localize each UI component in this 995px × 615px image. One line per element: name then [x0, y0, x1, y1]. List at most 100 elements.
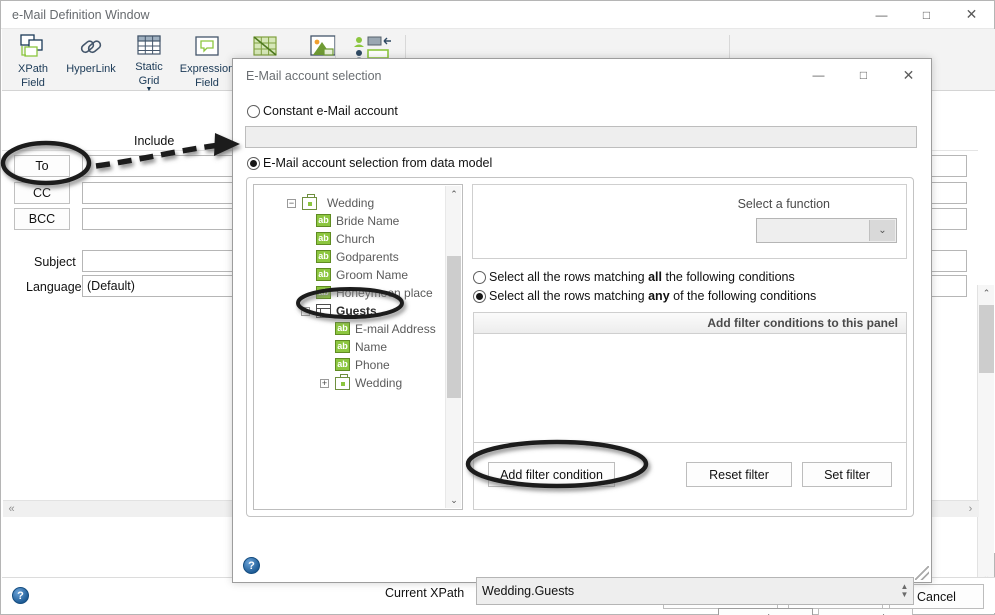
ribbon-label-line1: Expression [179, 63, 235, 75]
match-all-label: Select all the rows matching all the fol… [489, 270, 795, 284]
filter-conditions-panel[interactable] [473, 334, 907, 443]
dialog-window-controls: — □ ✕ [796, 59, 931, 91]
ab-icon: ab [316, 232, 331, 245]
ribbon-label-line1: HyperLink [66, 63, 116, 75]
tree-vertical-scrollbar[interactable]: ⌃ ⌄ [445, 186, 461, 508]
bcc-button[interactable]: BCC [14, 208, 70, 230]
ab-icon: ab [316, 250, 331, 263]
tree-scrollbar-thumb[interactable] [447, 256, 461, 398]
tree-node-label: Wedding [355, 376, 403, 390]
image-icon [308, 33, 338, 61]
body-vertical-scrollbar[interactable]: ⌃ ⌄ [977, 285, 994, 585]
scrollbar-thumb[interactable] [979, 305, 994, 373]
reset-filter-button[interactable]: Reset filter [686, 462, 792, 487]
tree-node-honeymoon-place[interactable]: ab Honeymoon place [254, 284, 433, 302]
constant-email-input[interactable] [245, 126, 917, 148]
radio-indicator [247, 104, 260, 118]
tree-node-phone[interactable]: ab Phone [254, 356, 390, 374]
scroll-up-icon[interactable]: ⌃ [978, 285, 995, 302]
data-model-tree[interactable]: − Wedding ab Bride Name ab Church ab God… [253, 184, 463, 510]
add-filter-condition-button[interactable]: Add filter condition [488, 462, 615, 487]
ribbon-item-expression-field[interactable]: Expression Field [178, 29, 236, 91]
dialog-ok-button[interactable]: Ok [718, 608, 813, 615]
hyperlink-icon [76, 33, 106, 61]
ab-icon: ab [335, 340, 350, 353]
dialog-title-bar: E-Mail account selection — □ ✕ [233, 59, 931, 93]
tree-expander-icon[interactable]: + [320, 378, 329, 388]
set-filter-button[interactable]: Set filter [802, 462, 892, 487]
xpath-field-icon [18, 33, 48, 61]
dialog-minimize-icon[interactable]: — [796, 59, 841, 91]
tree-node-name[interactable]: ab Name [254, 338, 387, 356]
ab-icon: ab [316, 214, 331, 227]
cc-button[interactable]: CC [14, 182, 70, 204]
tree-node-label: Church [336, 232, 375, 246]
window-controls: — □ ✕ [859, 1, 994, 28]
ribbon-item-xpath-field[interactable]: XPath Field [4, 29, 62, 91]
radio-label: E-Mail account selection from data model [263, 156, 493, 170]
scroll-right-icon[interactable]: › [962, 501, 979, 517]
help-icon[interactable]: ? [12, 587, 29, 604]
tree-scroll-down-icon[interactable]: ⌄ [446, 492, 462, 508]
ribbon-label-line1: Static [135, 61, 163, 73]
tree-node-email-address[interactable]: ab E-mail Address [254, 320, 436, 338]
function-group-box: Select a function ⌄ [472, 184, 907, 259]
ribbon-item-static-grid[interactable]: Static Grid ▼ [120, 29, 178, 93]
ribbon-label-line2: Field [21, 77, 45, 89]
tree-node-bride-name[interactable]: ab Bride Name [254, 212, 399, 230]
window-title: e-Mail Definition Window [12, 8, 150, 22]
current-xpath-label: Current XPath [385, 586, 465, 600]
ab-icon: ab [316, 286, 331, 299]
current-xpath-input[interactable]: Wedding.Guests ▲ ▼ [476, 577, 914, 605]
select-a-function-label: Select a function [737, 197, 830, 211]
tree-node-label: Godparents [336, 250, 399, 264]
tree-node-guests[interactable]: − Guests [254, 302, 377, 320]
radio-match-all[interactable]: Select all the rows matching all the fol… [473, 270, 795, 284]
tree-scroll-up-icon[interactable]: ⌃ [446, 186, 462, 202]
tree-node-godparents[interactable]: ab Godparents [254, 248, 399, 266]
resize-grip-icon[interactable] [915, 566, 929, 580]
tree-expander-icon[interactable]: − [287, 198, 296, 208]
spin-down-icon[interactable]: ▼ [901, 591, 909, 599]
radio-label: Constant e-Mail account [263, 104, 398, 118]
dialog-maximize-icon[interactable]: □ [841, 59, 886, 91]
ab-icon: ab [316, 268, 331, 281]
include-label: Include [134, 134, 175, 148]
window-title-bar: e-Mail Definition Window — □ ✕ [1, 1, 994, 29]
to-button[interactable]: To [14, 155, 70, 177]
tree-expander-icon[interactable]: − [301, 306, 310, 316]
close-icon[interactable]: ✕ [949, 1, 994, 28]
radio-datamodel-selection[interactable]: E-Mail account selection from data model [247, 156, 492, 170]
dialog-help-icon[interactable]: ? [243, 557, 260, 574]
radio-constant-email-account[interactable]: Constant e-Mail account [247, 104, 398, 118]
dynamic-grid-icon [250, 33, 280, 61]
function-select[interactable]: ⌄ [756, 218, 897, 243]
ab-icon: ab [335, 358, 350, 371]
filter-buttons-strip: Add filter condition Reset filter Set fi… [473, 443, 907, 510]
maximize-icon[interactable]: □ [904, 1, 949, 28]
case-icon [302, 194, 317, 210]
ribbon-label-line2: Field [195, 77, 219, 89]
scroll-left-icon[interactable]: « [3, 501, 20, 517]
chevron-down-icon[interactable]: ⌄ [869, 220, 895, 241]
dialog-close-icon[interactable]: ✕ [886, 59, 931, 91]
tree-node-church[interactable]: ab Church [254, 230, 375, 248]
tree-node-wedding-child[interactable]: + Wedding [254, 374, 402, 392]
ribbon-item-hyperlink[interactable]: HyperLink [62, 29, 120, 91]
tree-node-label: Bride Name [336, 214, 400, 228]
email-account-selection-dialog: E-Mail account selection — □ ✕ Constant … [232, 58, 932, 615]
tree-node-wedding[interactable]: − Wedding [254, 194, 374, 212]
ab-icon: ab [335, 322, 350, 335]
xpath-spinner[interactable]: ▲ ▼ [897, 579, 912, 603]
case-icon [335, 374, 350, 390]
tree-node-label: Groom Name [336, 268, 409, 282]
tree-node-groom-name[interactable]: ab Groom Name [254, 266, 408, 284]
match-any-label: Select all the rows matching any of the … [489, 289, 817, 303]
radio-match-any[interactable]: Select all the rows matching any of the … [473, 289, 816, 303]
tree-node-label: Phone [355, 358, 390, 372]
expression-field-icon [192, 33, 222, 61]
minimize-icon[interactable]: — [859, 1, 904, 28]
grid-icon [316, 304, 331, 318]
dialog-cancel-button[interactable]: Cancel [818, 608, 913, 615]
static-grid-icon [134, 33, 164, 59]
